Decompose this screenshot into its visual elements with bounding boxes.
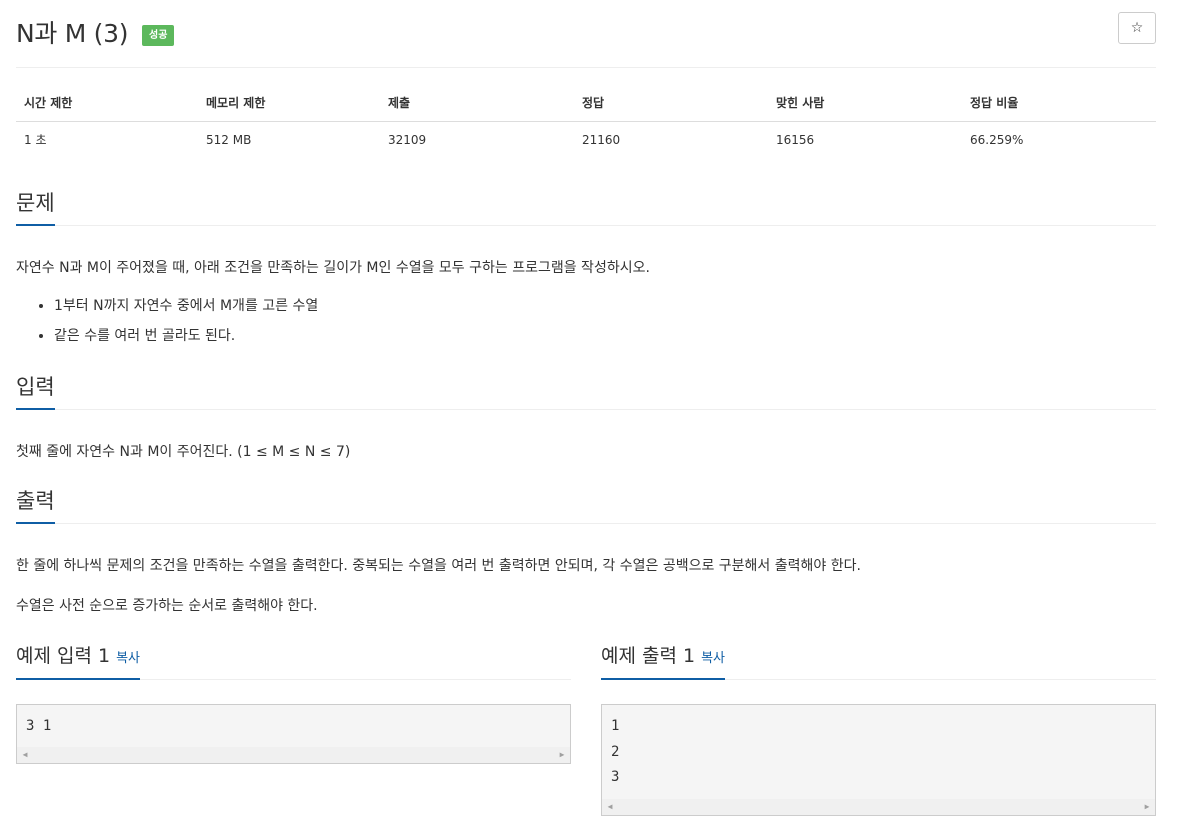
sample-output-line: 2	[611, 743, 620, 760]
sample-output-title: 예제 출력 1	[601, 645, 696, 667]
list-item: 같은 수를 여러 번 골라도 된다.	[54, 321, 318, 351]
time-limit-value: 1 초	[24, 133, 47, 147]
input-heading: 입력	[16, 372, 55, 410]
copy-sample-output-button[interactable]: 복사	[701, 651, 725, 666]
col-time-limit: 시간 제한	[24, 96, 73, 110]
problem-heading: 문제	[16, 188, 55, 226]
problem-description: 자연수 N과 M이 주어졌을 때, 아래 조건을 만족하는 길이가 M인 수열을…	[16, 260, 650, 276]
col-submissions: 제출	[388, 96, 411, 110]
col-accepted: 정답	[582, 96, 605, 110]
accepted-value: 21160	[582, 133, 621, 147]
output-heading: 출력	[16, 486, 55, 524]
sample-input-title: 예제 입력 1	[16, 645, 111, 667]
info-table-row: 1 초 512 MB 32109 21160 16156 66.259%	[16, 122, 1156, 158]
sample-output-box[interactable]: 1 2 3 ◀ ▶	[601, 704, 1156, 816]
col-solved-users: 맞힌 사람	[776, 96, 825, 110]
input-section-header: 입력	[16, 372, 1156, 410]
copy-sample-input-button[interactable]: 복사	[116, 651, 140, 666]
problem-header: N과 M (3) 성공 ☆	[16, 0, 1156, 68]
solved-users-value: 16156	[776, 133, 815, 147]
scroll-right-icon[interactable]: ▶	[554, 747, 570, 763]
scroll-right-icon[interactable]: ▶	[1139, 799, 1155, 815]
scroll-left-icon[interactable]: ◀	[602, 799, 618, 815]
status-badge: 성공	[142, 25, 175, 46]
problem-info-table: 시간 제한 메모리 제한 제출 정답 맞힌 사람 정답 비율 1 초 512 M…	[16, 88, 1156, 158]
accept-rate-value: 66.259%	[970, 133, 1024, 147]
star-icon[interactable]: ☆	[1118, 12, 1156, 44]
sample-input-heading: 예제 입력 1 복사	[16, 642, 141, 680]
problem-page: N과 M (3) 성공 ☆ 시간 제한 메모리 제한 제출 정답 맞힌 사람 정…	[16, 0, 1156, 816]
sample-input-box[interactable]: 3 1 ◀ ▶	[16, 704, 571, 764]
list-item: 1부터 N까지 자연수 중에서 M개를 고른 수열	[54, 291, 318, 321]
col-memory-limit: 메모리 제한	[206, 96, 266, 110]
input-description: 첫째 줄에 자연수 N과 M이 주어진다. (1 ≤ M ≤ N ≤ 7)	[16, 444, 351, 460]
output-description: 한 줄에 하나씩 문제의 조건을 만족하는 수열을 출력한다. 중복되는 수열을…	[16, 558, 861, 574]
output-order-note: 수열은 사전 순으로 증가하는 순서로 출력해야 한다.	[16, 598, 318, 614]
sample-output-line: 1	[611, 718, 620, 734]
sample-input-line: 3 1	[26, 718, 52, 734]
submissions-value: 32109	[388, 133, 427, 147]
sample-input-header: 예제 입력 1 복사	[16, 642, 571, 680]
problem-conditions: 1부터 N까지 자연수 중에서 M개를 고른 수열 같은 수를 여러 번 골라도…	[16, 291, 318, 351]
horizontal-scrollbar[interactable]: ◀ ▶	[602, 799, 1155, 815]
memory-limit-value: 512 MB	[206, 133, 252, 147]
output-section-header: 출력	[16, 486, 1156, 524]
problem-title: N과 M (3)	[16, 19, 129, 48]
sample-output-header: 예제 출력 1 복사	[601, 642, 1156, 680]
problem-section-header: 문제	[16, 188, 1156, 226]
sample-output-line: 3	[611, 769, 620, 785]
sample-output-heading: 예제 출력 1 복사	[601, 642, 726, 680]
col-accept-rate: 정답 비율	[970, 96, 1019, 110]
horizontal-scrollbar[interactable]: ◀ ▶	[17, 747, 570, 763]
info-table-header: 시간 제한 메모리 제한 제출 정답 맞힌 사람 정답 비율	[16, 88, 1156, 122]
scroll-left-icon[interactable]: ◀	[17, 747, 33, 763]
